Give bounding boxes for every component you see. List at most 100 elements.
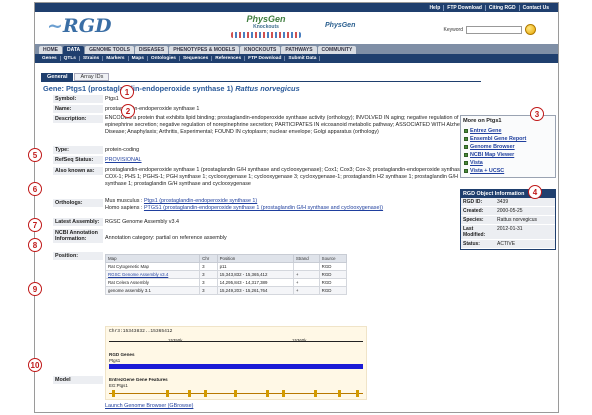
exon <box>266 390 269 397</box>
help-link[interactable]: Help <box>426 5 443 11</box>
tab-general[interactable]: General <box>41 73 74 81</box>
physgen-logo-title: PhysGen <box>246 14 286 24</box>
model-label: Model <box>53 376 103 384</box>
ncbi-map-viewer-link[interactable]: NCBI Map Viewer <box>464 151 553 159</box>
refseq-status-label: RefSeq Status: <box>53 156 103 164</box>
rgd-object-table: RGD ID: 3439 Created: 2000-05-25 Species: R… <box>461 198 555 249</box>
cell-map: genome assembly 3.1 <box>104 286 201 295</box>
tab-knockouts[interactable]: KNOCKOUTS <box>240 46 281 54</box>
cell-strand: + <box>292 270 320 279</box>
cell-chr: 3 <box>199 278 218 287</box>
tab-community[interactable]: COMMUNITY <box>317 46 357 54</box>
position-table-header: Map Chr Position Strand Source <box>104 254 348 263</box>
subnav-ontologies[interactable]: Ontologies <box>148 56 180 61</box>
vista-ucsc-link[interactable]: Vista + UCSC <box>464 167 553 175</box>
subnav-qtls[interactable]: QTLs <box>61 56 80 61</box>
cell-strand: + <box>292 278 320 287</box>
ensembl-gene-report-link[interactable]: Ensembl Gene Report <box>464 135 553 143</box>
subnav-submit-data[interactable]: Submit Data <box>285 56 321 61</box>
vista-link[interactable]: Vista <box>464 159 553 167</box>
gbrowse-model-image[interactable]: Chr3:15343832..15365412 15350k 15360k RG… <box>105 326 367 400</box>
latest-assembly-label: Latest Assembly: <box>53 218 103 226</box>
exon <box>112 390 115 397</box>
name-label: Name: <box>53 105 103 113</box>
subnav-references[interactable]: References <box>212 56 246 61</box>
type-label: Type: <box>53 146 103 154</box>
rgd-row: Created: 2000-05-25 <box>461 206 555 216</box>
ensembl-gene-report-label[interactable]: Ensembl Gene Report <box>470 136 526 142</box>
subnav-sequences[interactable]: Sequences <box>180 56 213 61</box>
keyword-input[interactable] <box>466 25 522 34</box>
ncbi-map-viewer-label[interactable]: NCBI Map Viewer <box>470 152 514 158</box>
physgen-logo-small[interactable]: PhysGen <box>325 22 355 29</box>
ortholog-human-species: Homo sapiens : <box>105 204 143 211</box>
ortholog-mouse-link[interactable]: Ptgs1 (prostaglandin-endoperoxide syntha… <box>144 198 257 204</box>
last-modified-value: 2012-01-31 <box>495 224 555 240</box>
physgen-knockouts-logo[interactable]: PhysGen Knockouts <box>231 15 301 41</box>
rgd-logo-text: RGD <box>62 15 112 37</box>
citing-rgd-link[interactable]: Citing RGD <box>484 4 519 11</box>
col-chr: Chr <box>199 254 218 263</box>
cell-source: RGD <box>318 286 348 295</box>
keyword-label: Keyword <box>443 26 463 33</box>
tab-pathways[interactable]: PATHWAYS <box>281 46 317 54</box>
cell-map: Rat Cytogenetic Map <box>104 262 201 271</box>
cell-map: Rat Celera Assembly <box>104 278 201 287</box>
cell-strand <box>292 262 320 271</box>
entrez-gene-label[interactable]: Entrez Gene <box>470 128 501 134</box>
search-go-icon[interactable] <box>525 24 536 35</box>
genome-browser-link[interactable]: Genome Browser <box>464 143 553 151</box>
gene-title: Gene: Ptgs1 (prostaglandin-endoperoxide … <box>43 84 300 93</box>
vista-ucsc-label[interactable]: Vista + UCSC <box>470 168 504 174</box>
subnav-strains[interactable]: Strains <box>80 56 104 61</box>
annotation-value: Annotation category: partial on referenc… <box>105 235 227 241</box>
symbol-label: Symbol: <box>53 95 103 103</box>
more-on-links: Entrez Gene Ensembl Gene Report Genome B… <box>461 126 555 177</box>
subnav-markers[interactable]: Markers <box>103 56 129 61</box>
subnav-maps[interactable]: Maps <box>129 56 148 61</box>
tab-diseases[interactable]: DISEASES <box>134 46 169 54</box>
tab-data[interactable]: DATA <box>63 46 85 54</box>
exon <box>314 390 317 397</box>
ftp-download-link[interactable]: FTP Download <box>443 4 485 11</box>
rgd-row: Last Modified: 2012-01-31 <box>461 224 555 240</box>
ortholog-human: Homo sapiens : PTGS1 (prostaglandin-endo… <box>105 205 480 212</box>
table-row: Rat Celera Assembly 3 14,295,843 - 14,31… <box>104 278 348 287</box>
callout-marker-2: 2 <box>121 104 135 118</box>
contact-us-link[interactable]: Contact Us <box>518 4 552 11</box>
tab-array-ids[interactable]: Array IDs <box>74 73 110 81</box>
tab-underline <box>41 81 481 82</box>
tab-genome-tools[interactable]: GENOME TOOLS <box>85 46 134 54</box>
genome-browser-label[interactable]: Genome Browser <box>470 144 515 150</box>
tab-home[interactable]: HOME <box>39 46 62 54</box>
species-value: Rattus norvegicus <box>495 215 555 225</box>
exon <box>282 390 285 397</box>
vista-label[interactable]: Vista <box>470 160 483 166</box>
bullet-icon <box>464 137 468 141</box>
gene-bar <box>109 364 363 369</box>
subnav-ftp-download[interactable]: FTP Download <box>245 56 286 61</box>
tab-phenotypes-models[interactable]: PHENOTYPES & MODELS <box>169 46 240 54</box>
latest-assembly-value: RGSC Genome Assembly v3.4 <box>105 219 179 225</box>
bullet-icon <box>464 169 468 173</box>
cell-chr: 3 <box>199 262 218 271</box>
cell-position: p11 <box>216 262 294 271</box>
rgd-row: RGD ID: 3439 <box>461 198 555 207</box>
cell-map[interactable]: RGSC Genome Assembly v3.4 <box>104 270 201 279</box>
launch-gbrowse-link[interactable]: Launch Genome Browser (GBrowse) <box>105 403 193 409</box>
ortholog-human-link[interactable]: PTGS1 (prostaglandin-endoperoxide syntha… <box>144 205 383 211</box>
description-value: ENCODES a protein that exhibits lipid bi… <box>105 115 471 135</box>
col-source: Source <box>318 254 348 263</box>
position-label: Position: <box>53 252 103 260</box>
refseq-status-link[interactable]: PROVISIONAL <box>105 157 142 164</box>
main-nav-tabs: HOME DATA GENOME TOOLS DISEASES PHENOTYP… <box>35 44 558 54</box>
table-row: Rat Cytogenetic Map 3 p11 RGD <box>104 262 348 271</box>
rgd-logo[interactable]: ~RGD <box>47 15 111 37</box>
created-value: 2000-05-25 <box>495 206 555 216</box>
subnav-genes[interactable]: Genes <box>39 56 61 61</box>
gbrowse-track1-title: RGD Genes <box>109 352 135 357</box>
also-known-label: Also known as: <box>53 167 103 175</box>
callout-marker-5: 5 <box>28 148 42 162</box>
table-row: RGSC Genome Assembly v3.4 3 15,343,832 -… <box>104 270 348 279</box>
entrez-gene-link[interactable]: Entrez Gene <box>464 127 553 135</box>
